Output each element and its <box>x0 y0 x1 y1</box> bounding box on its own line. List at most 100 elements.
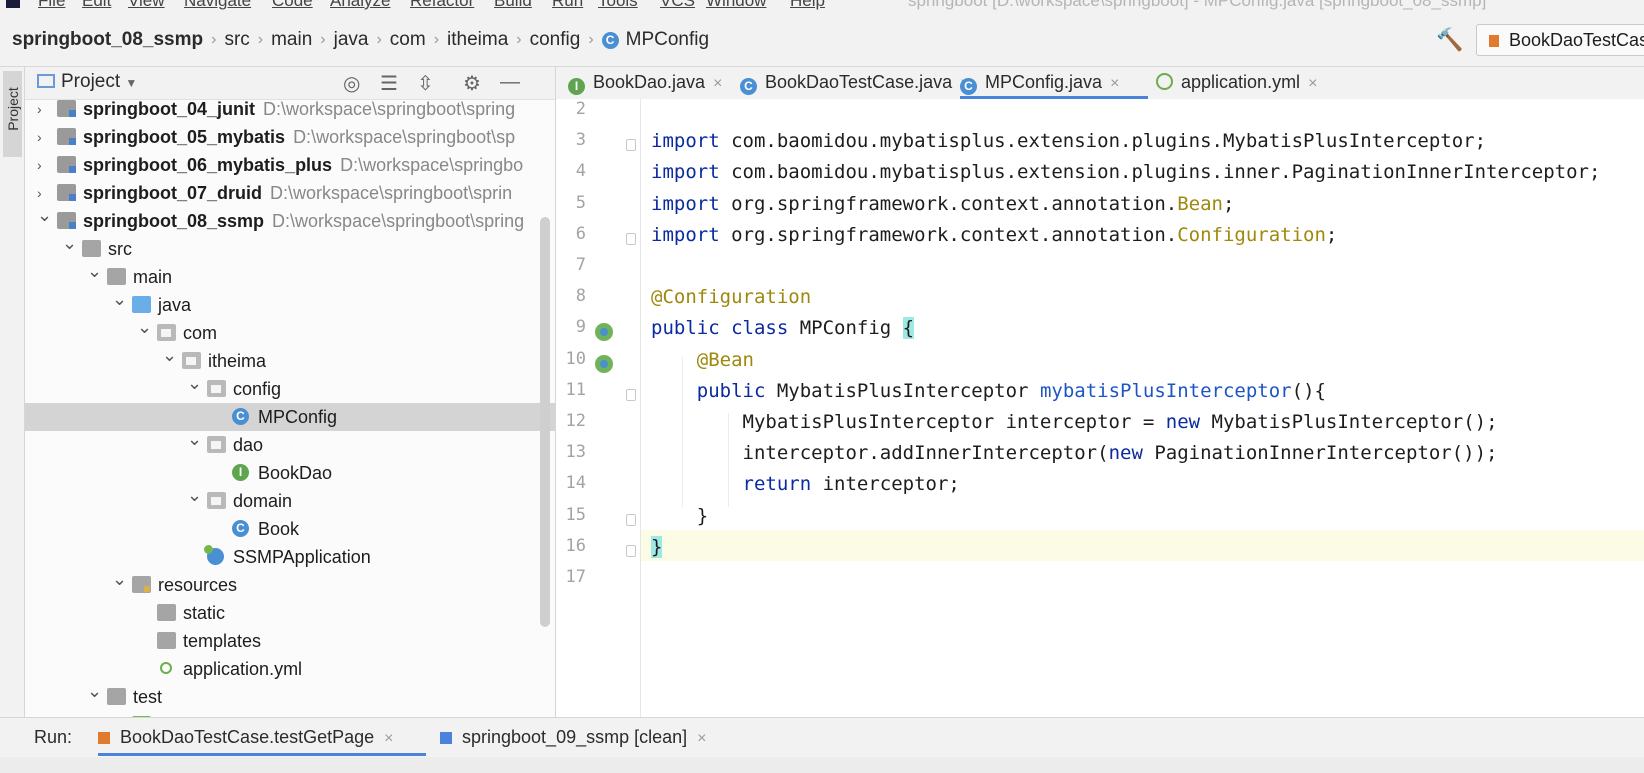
chevron-down-icon[interactable]: ⌄ <box>62 229 77 257</box>
close-icon[interactable]: × <box>384 730 393 747</box>
tree-item[interactable]: SSMPApplication <box>25 543 555 571</box>
menu-item-refactor[interactable]: Refactor <box>410 0 474 11</box>
menu-item-code[interactable]: Code <box>272 0 313 11</box>
breadcrumb-item[interactable]: config <box>530 29 581 51</box>
tree-item[interactable]: templates <box>25 627 555 655</box>
menu-item-navigate[interactable]: Navigate <box>184 0 251 11</box>
menu-item-build[interactable]: Build <box>494 0 532 11</box>
project-tool-window-button[interactable]: Project <box>3 71 22 157</box>
breadcrumb-item[interactable]: src <box>224 29 249 51</box>
menu-item-run[interactable]: Run <box>552 0 583 11</box>
code-editor[interactable]: 2 3 4 5 6 7 8 9 10 11 12 13 14 15 16 17 import com.baom… <box>556 99 1644 717</box>
chevron-down-icon[interactable]: ⌄ <box>112 285 127 313</box>
project-view-selector[interactable]: Project ▼ <box>37 71 137 93</box>
close-icon[interactable]: × <box>1308 75 1317 92</box>
tree-item[interactable]: static <box>25 599 555 627</box>
tree-item[interactable]: ⌄ src <box>25 233 555 263</box>
menu-item-file[interactable]: File <box>38 0 65 11</box>
code-line[interactable]: import com.baomidou.mybatisplus.extensio… <box>651 157 1600 188</box>
code-line[interactable]: interceptor.addInnerInterceptor(new Pagi… <box>651 438 1498 469</box>
breadcrumb-item[interactable]: com <box>390 29 426 51</box>
breadcrumb-item[interactable]: MPConfig <box>626 29 709 51</box>
tree-item[interactable]: C Book <box>25 515 555 543</box>
chevron-down-icon[interactable]: ⌄ <box>137 313 152 341</box>
menu-item-help[interactable]: Help <box>790 0 825 11</box>
expand-all-icon[interactable]: ☰ <box>380 71 398 96</box>
tab-mpconfig-java[interactable]: C MPConfig.java × <box>960 67 1148 99</box>
tree-item[interactable]: ⌄ config <box>25 373 555 403</box>
tree-item[interactable]: › springboot_04_junit D:\workspace\springb… <box>25 95 555 123</box>
fold-marker-icon[interactable] <box>626 388 636 401</box>
tab-application-yml[interactable]: application.yml × <box>1156 67 1356 99</box>
code-line[interactable]: @Bean <box>651 345 754 376</box>
code-line[interactable]: } <box>651 532 663 563</box>
close-icon[interactable]: × <box>1110 75 1119 92</box>
tab-bookdaotestcase-java[interactable]: CBookDaoTestCase.java× <box>740 67 969 99</box>
code-line[interactable]: import com.baomidou.mybatisplus.extensio… <box>651 126 1486 157</box>
chevron-down-icon[interactable]: ⌄ <box>187 369 202 397</box>
fold-marker-icon[interactable] <box>626 232 636 245</box>
chevron-down-icon[interactable]: ⌄ <box>187 481 202 509</box>
gear-icon[interactable]: ⚙ <box>463 71 481 96</box>
tree-item[interactable]: ⌄ test <box>25 681 555 711</box>
tab-bookdao-java[interactable]: I BookDao.java × <box>568 67 728 99</box>
breadcrumb-item[interactable]: java <box>334 29 369 51</box>
tree-item[interactable]: I BookDao <box>25 459 555 487</box>
chevron-down-icon[interactable]: ⌄ <box>162 341 177 369</box>
menu-item-analyze[interactable]: Analyze <box>330 0 390 11</box>
chevron-down-icon[interactable]: ⌄ <box>112 705 127 717</box>
run-tab-0[interactable]: BookDaoTestCase.testGetPage × <box>98 718 426 756</box>
chevron-right-icon[interactable]: › <box>37 95 51 123</box>
chevron-down-icon[interactable]: ⌄ <box>112 565 127 593</box>
tree-item[interactable]: C MPConfig <box>25 403 555 431</box>
chevron-right-icon[interactable]: › <box>37 123 51 151</box>
menu-item-window[interactable]: Window <box>706 0 766 11</box>
tree-item[interactable]: › springboot_06_mybatis_plus D:\workspace\… <box>25 151 555 179</box>
tree-scrollbar[interactable] <box>540 217 550 627</box>
code-line[interactable]: @Configuration <box>651 282 811 313</box>
run-tab-1[interactable]: springboot_09_ssmp [clean] × <box>440 718 730 756</box>
collapse-all-icon[interactable]: ⇳ <box>417 71 434 96</box>
close-icon[interactable]: × <box>713 75 722 92</box>
code-line[interactable]: public class MPConfig { <box>651 313 915 344</box>
code-line[interactable]: } <box>651 501 708 532</box>
menu-item-view[interactable]: View <box>128 0 165 11</box>
tree-item[interactable]: ⌄java <box>25 289 555 319</box>
close-icon[interactable]: × <box>697 730 706 747</box>
tree-item[interactable]: application.yml <box>25 655 555 683</box>
spring-bean-gutter-icon[interactable] <box>595 323 613 342</box>
tree-item[interactable]: › springboot_07_druid D:\workspace\springb… <box>25 179 555 207</box>
tree-item[interactable]: ⌄ dao <box>25 429 555 459</box>
code-line[interactable]: import org.springframework.context.annot… <box>651 189 1234 220</box>
tree-item[interactable]: › springboot_05_mybatis D:\workspace\sprin… <box>25 123 555 151</box>
code-line[interactable]: MybatisPlusInterceptor interceptor = new… <box>651 407 1498 438</box>
menu-item-vcs[interactable]: VCS <box>660 0 695 11</box>
run-configuration-selector[interactable]: BookDaoTestCase <box>1476 24 1644 56</box>
hide-panel-icon[interactable]: — <box>500 71 520 94</box>
breadcrumb-item[interactable]: springboot_08_ssmp <box>12 29 203 51</box>
tree-item[interactable]: ⌄ resources <box>25 569 555 599</box>
chevron-right-icon[interactable]: › <box>37 151 51 179</box>
chevron-down-icon[interactable]: ⌄ <box>87 257 102 285</box>
breadcrumb-item[interactable]: main <box>271 29 312 51</box>
code-line[interactable]: return interceptor; <box>651 469 960 500</box>
menu-item-edit[interactable]: Edit <box>82 0 111 11</box>
fold-marker-icon[interactable] <box>626 139 636 152</box>
code-line[interactable]: public MybatisPlusInterceptor mybatisPlu… <box>651 376 1326 407</box>
tree-item[interactable]: ⌄ main <box>25 261 555 291</box>
breadcrumb-item[interactable]: itheima <box>447 29 508 51</box>
spring-bean-gutter-icon[interactable] <box>595 354 613 373</box>
build-hammer-icon[interactable]: 🔨 <box>1436 27 1463 53</box>
code-line[interactable]: import org.springframework.context.annot… <box>651 220 1337 251</box>
locate-file-icon[interactable]: ◎ <box>343 71 360 96</box>
tree-item[interactable]: ⌄ com <box>25 317 555 347</box>
fold-marker-icon[interactable] <box>626 544 636 557</box>
chevron-down-icon[interactable]: ⌄ <box>87 677 102 705</box>
tree-item[interactable]: ⌄ domain <box>25 485 555 515</box>
tree-item[interactable]: ⌄ itheima <box>25 345 555 375</box>
chevron-down-icon[interactable]: ⌄ <box>187 425 202 453</box>
tree-item[interactable]: ⌄ springboot_08_ssmp D:\workspace\springbo… <box>25 205 555 235</box>
menu-item-tools[interactable]: Tools <box>598 0 638 11</box>
chevron-down-icon[interactable]: ⌄ <box>37 201 52 229</box>
fold-marker-icon[interactable] <box>626 513 636 526</box>
